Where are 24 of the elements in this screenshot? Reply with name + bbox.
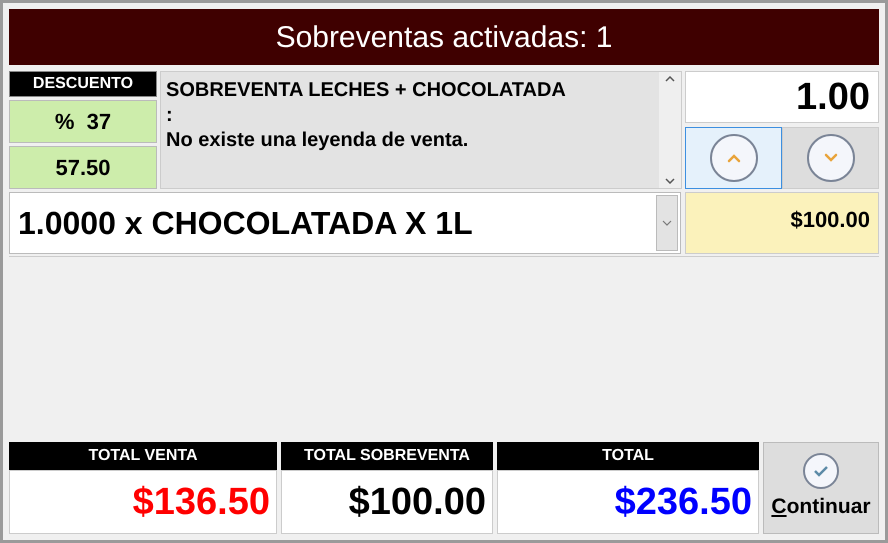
total-label: TOTAL SOBREVENTA xyxy=(281,442,493,470)
quantity-field[interactable]: 1.00 xyxy=(685,71,879,123)
check-icon xyxy=(813,465,829,478)
decrease-button[interactable] xyxy=(782,127,879,189)
promo-text: SOBREVENTA LECHES + CHOCOLATADA : No existe una leyenda de venta. xyxy=(165,78,567,153)
chevron-up-icon xyxy=(726,153,742,163)
window-title: Sobreventas activadas: 1 xyxy=(9,9,879,65)
chevron-down-icon xyxy=(822,153,838,163)
total-value: $236.50 xyxy=(497,470,759,534)
scroll-down-icon[interactable] xyxy=(665,178,675,184)
price-value: $100.00 xyxy=(685,192,879,254)
increase-button[interactable] xyxy=(685,127,782,189)
discount-amount: 57.50 xyxy=(9,146,157,189)
scrollbar[interactable] xyxy=(659,72,681,188)
discount-header: DESCUENTO xyxy=(9,71,157,97)
dropdown-caret-icon[interactable] xyxy=(662,220,672,226)
discount-percent: % 37 xyxy=(9,100,157,143)
product-dropdown[interactable]: 1.0000 x CHOCOLATADA X 1L xyxy=(9,192,681,254)
continue-button[interactable]: Continuar xyxy=(763,442,879,534)
total-label: TOTAL VENTA xyxy=(9,442,277,470)
total-label: TOTAL xyxy=(497,442,759,470)
scroll-up-icon[interactable] xyxy=(665,76,675,82)
total-value: $136.50 xyxy=(9,470,277,534)
total-value: $100.00 xyxy=(281,470,493,534)
